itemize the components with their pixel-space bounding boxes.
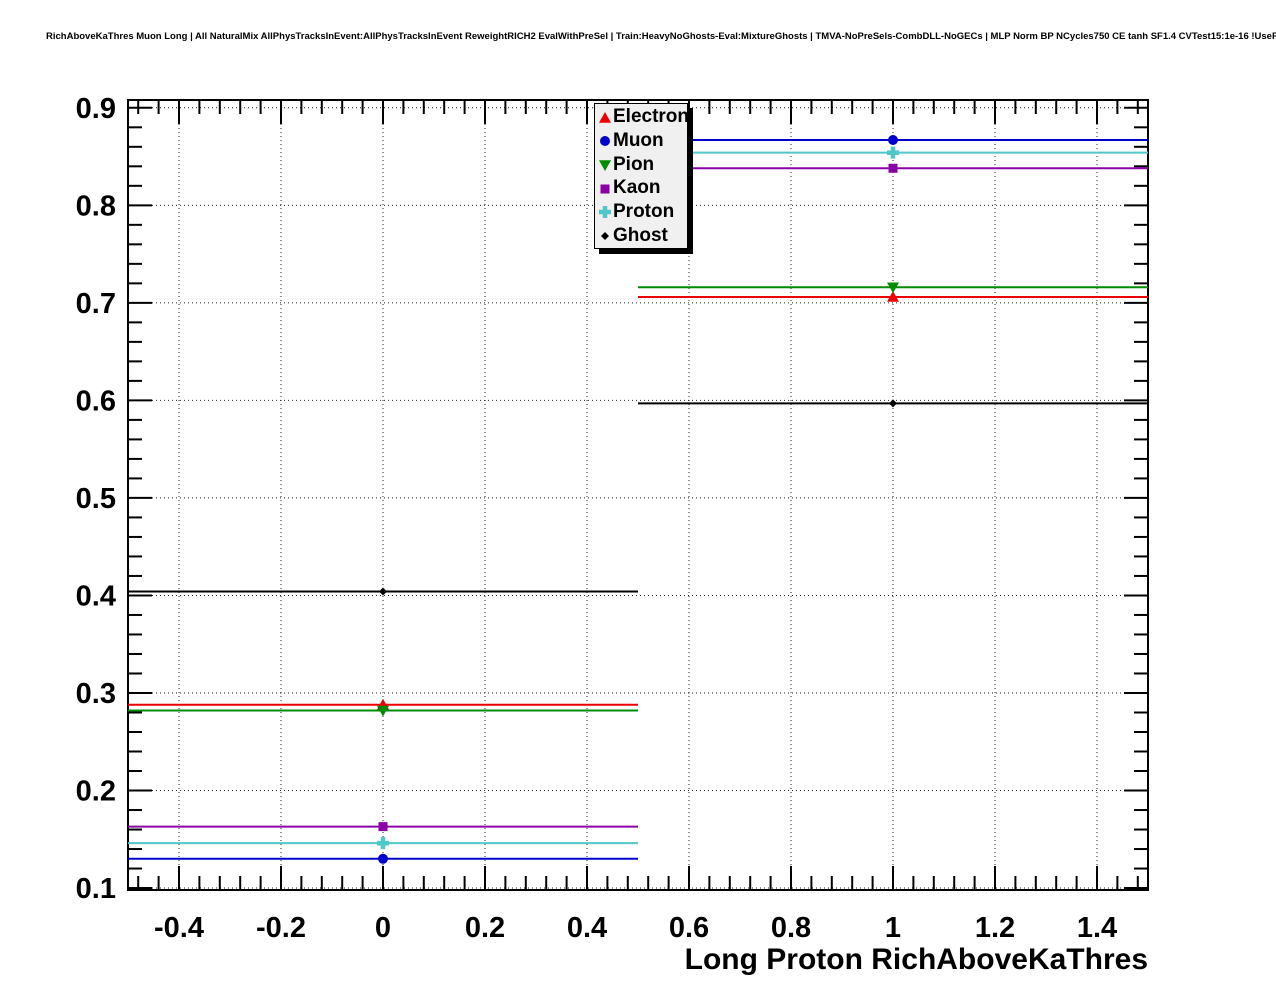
y-tick-label: 0.3 [76, 678, 116, 710]
y-tick-label: 0.7 [76, 288, 116, 320]
proton-cross-icon [599, 206, 611, 219]
legend-label-electron: Electron [613, 106, 690, 128]
x-tick-label: -0.2 [256, 912, 306, 944]
x-tick-label: 1.2 [975, 912, 1015, 944]
series-pion [128, 282, 1148, 717]
legend-item-pion: Pion [597, 153, 687, 176]
y-tick-label: 0.5 [76, 483, 116, 515]
y-tick-label: 0.2 [76, 776, 116, 808]
ghost-diamond-icon [601, 232, 609, 241]
legend-label-ghost: Ghost [613, 224, 668, 246]
kaon-square-icon [600, 184, 610, 194]
x-tick-label: 0 [375, 912, 391, 944]
legend-label-kaon: Kaon [613, 177, 661, 199]
legend-label-muon: Muon [613, 129, 664, 151]
x-tick-label: -0.4 [154, 912, 204, 944]
y-tick-label: 0.6 [76, 385, 116, 417]
x-tick-label: 0.4 [567, 912, 607, 944]
electron-triangle-up-icon [599, 111, 611, 123]
legend-item-electron: Electron [597, 105, 690, 128]
legend-item-proton: Proton [597, 200, 687, 223]
x-tick-label: 0.8 [771, 912, 811, 944]
y-tick-label: 0.1 [76, 873, 116, 905]
muon-circle-icon [600, 136, 610, 147]
legend-label-pion: Pion [613, 153, 655, 175]
x-tick-label: 0.6 [669, 912, 709, 944]
legend-item-muon: Muon [597, 129, 687, 152]
x-tick-label: 0.2 [465, 912, 505, 944]
legend-label-proton: Proton [613, 200, 675, 222]
x-tick-label: 1.4 [1077, 912, 1117, 944]
y-tick-label: 0.8 [76, 190, 116, 222]
y-tick-label: 0.4 [76, 580, 116, 612]
legend-item-kaon: Kaon [597, 176, 687, 199]
legend-item-ghost: Ghost [597, 224, 687, 247]
x-tick-label: 1 [885, 912, 901, 944]
legend: Electron Muon Pion Kaon Proton Ghost [594, 103, 690, 249]
pion-triangle-down-icon [599, 160, 611, 172]
y-tick-label: 0.9 [76, 93, 116, 125]
x-axis-title: Long Proton RichAboveKaThres [685, 943, 1148, 976]
root-canvas: { "header": { "title": "RichAboveKaThres… [0, 0, 1276, 996]
